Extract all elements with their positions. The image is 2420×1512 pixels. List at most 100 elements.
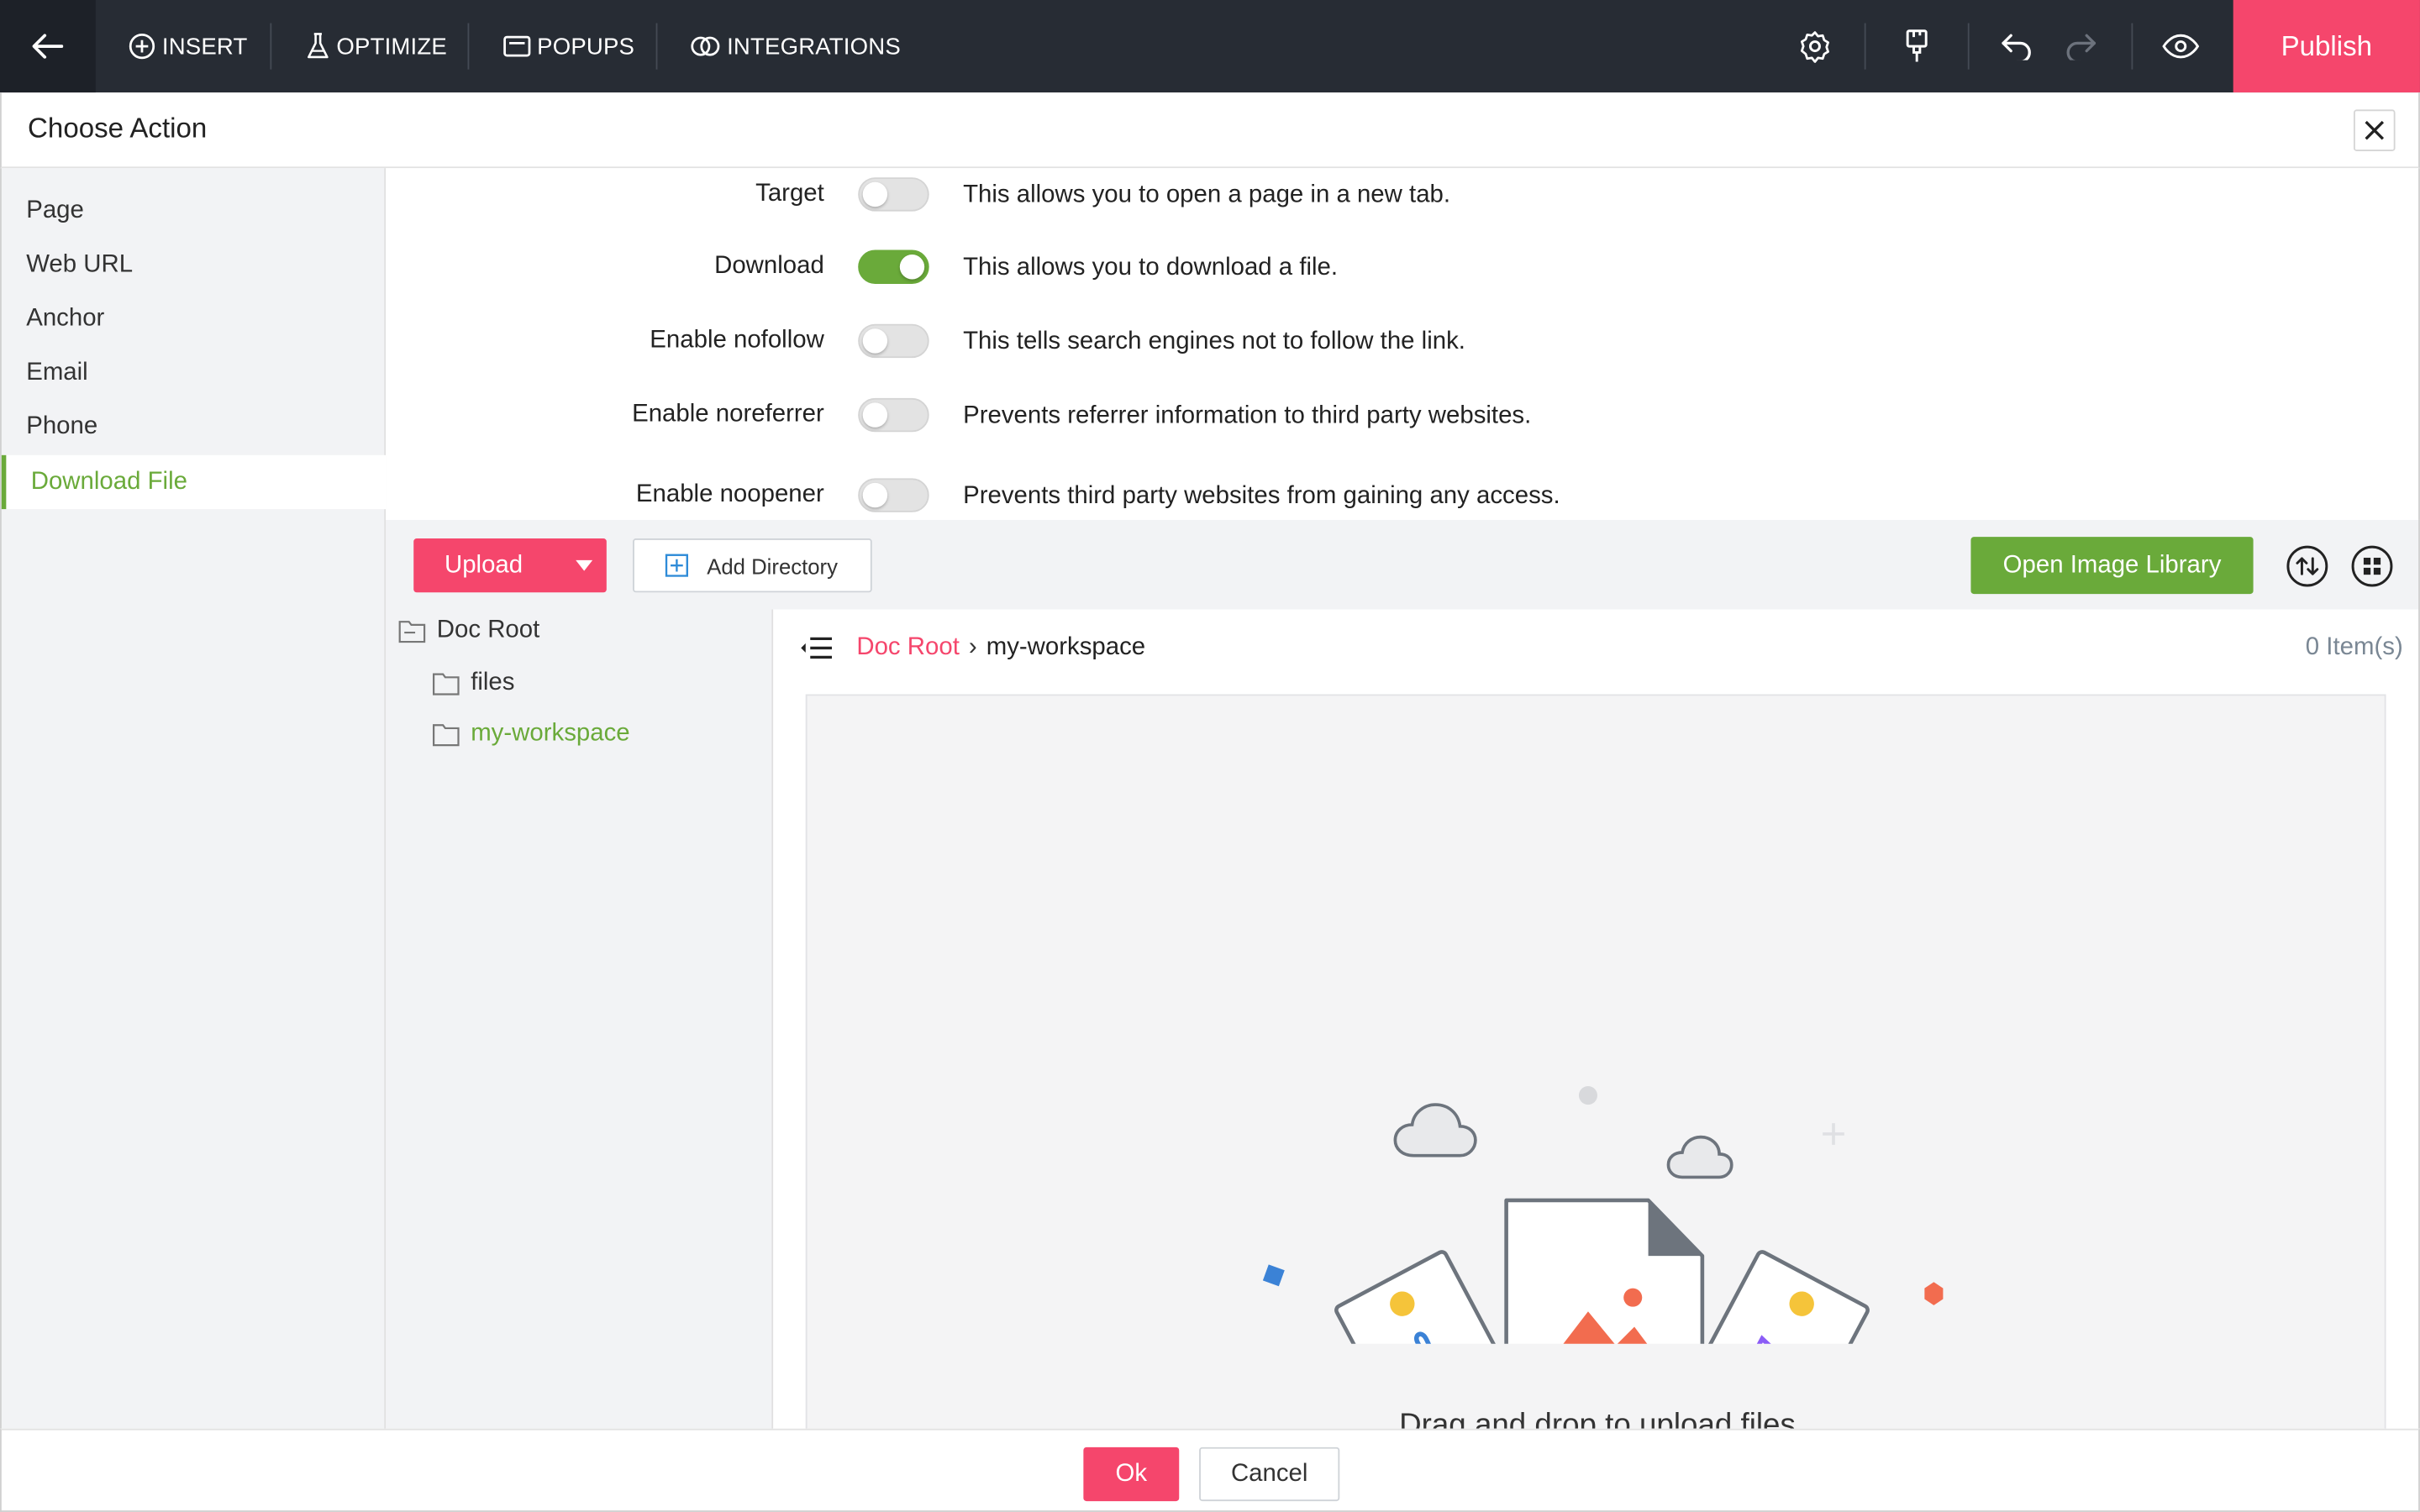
noreferrer-toggle[interactable] bbox=[858, 397, 929, 433]
integrations-label: INTEGRATIONS bbox=[727, 33, 901, 60]
drop-instructions: Drag and drop to upload files bbox=[1399, 1408, 1796, 1429]
target-toggle[interactable] bbox=[858, 177, 929, 212]
folder-icon bbox=[433, 673, 460, 696]
dialog-footer: Ok Cancel bbox=[0, 1428, 2420, 1512]
tree-item-doc-root[interactable]: Doc Root bbox=[398, 617, 539, 645]
action-type-sidebar: Page Web URL Anchor Email Phone Download… bbox=[0, 168, 387, 1429]
dialog-header: Choose Action bbox=[0, 92, 2420, 169]
close-icon bbox=[2365, 120, 2385, 140]
eye-icon bbox=[2162, 34, 2200, 59]
sort-icon[interactable] bbox=[2286, 544, 2328, 587]
upload-drop-zone[interactable]: Drag and drop to upload files bbox=[805, 694, 2386, 1429]
collapse-tree-icon[interactable] bbox=[799, 637, 833, 659]
settings-button[interactable] bbox=[1781, 0, 1849, 92]
option-row-download: Download This allows you to download a f… bbox=[386, 244, 2420, 290]
sidebar-item-phone[interactable]: Phone bbox=[2, 400, 386, 454]
divider bbox=[655, 23, 658, 70]
breadcrumb-root-link[interactable]: Doc Root bbox=[856, 634, 960, 662]
breadcrumb-separator: › bbox=[968, 633, 977, 661]
tree-item-files[interactable]: files bbox=[432, 669, 514, 697]
tree-item-my-workspace[interactable]: my-workspace bbox=[432, 720, 630, 748]
option-row-noreferrer: Enable noreferrer Prevents referrer info… bbox=[386, 392, 2420, 438]
item-count: 0 Item(s) bbox=[2305, 633, 2403, 661]
app-root: INSERT OPTIMIZE POPUPS INTEGRATIONS Publ… bbox=[0, 0, 2420, 1512]
upload-dropdown-toggle[interactable] bbox=[560, 538, 607, 592]
option-label: Enable noopener bbox=[635, 481, 824, 508]
option-description: Prevents referrer information to third p… bbox=[963, 402, 1532, 429]
tree-item-label: files bbox=[471, 669, 515, 696]
caret-down-icon bbox=[575, 559, 592, 571]
option-label: Enable noreferrer bbox=[632, 401, 824, 428]
option-description: This allows you to download a file. bbox=[963, 255, 1339, 281]
ok-button[interactable]: Ok bbox=[1083, 1446, 1180, 1502]
sidebar-item-download-file[interactable]: Download File bbox=[1, 454, 387, 510]
redo-button[interactable] bbox=[2046, 0, 2114, 92]
popup-icon bbox=[503, 35, 531, 57]
cloud-icon bbox=[1666, 1135, 1733, 1179]
divider bbox=[270, 23, 272, 70]
option-description: This allows you to open a page in a new … bbox=[963, 181, 1451, 208]
divider bbox=[2131, 23, 2133, 70]
popups-label: POPUPS bbox=[537, 33, 635, 60]
noopener-toggle[interactable] bbox=[858, 478, 929, 512]
cloud-icon bbox=[1393, 1103, 1477, 1158]
option-label: Enable nofollow bbox=[650, 327, 824, 354]
folder-icon bbox=[433, 724, 460, 747]
upload-label: Upload bbox=[444, 552, 523, 579]
upload-button[interactable]: Upload bbox=[413, 538, 607, 593]
divider bbox=[1864, 23, 1866, 70]
sidebar-item-web-url[interactable]: Web URL bbox=[2, 238, 386, 291]
close-button[interactable] bbox=[2353, 109, 2396, 151]
style-button[interactable] bbox=[1883, 0, 1951, 92]
add-directory-label: Add Directory bbox=[707, 553, 838, 578]
sidebar-item-email[interactable]: Email bbox=[2, 345, 386, 399]
add-directory-button[interactable]: Add Directory bbox=[633, 538, 872, 593]
tree-item-label: my-workspace bbox=[471, 720, 630, 747]
optimize-label: OPTIMIZE bbox=[336, 33, 447, 60]
folder-open-icon bbox=[398, 621, 426, 643]
breadcrumb-row: Doc Root › my-workspace 0 Item(s) bbox=[773, 609, 2418, 686]
option-description: Prevents third party websites from gaini… bbox=[963, 482, 1560, 510]
preview-button[interactable] bbox=[2147, 0, 2215, 92]
sidebar-item-page[interactable]: Page bbox=[2, 184, 386, 238]
plus-circle-icon bbox=[129, 33, 155, 60]
add-folder-icon bbox=[665, 554, 688, 577]
option-row-noopener: Enable noopener Prevents third party web… bbox=[386, 472, 2420, 518]
download-toggle[interactable] bbox=[858, 249, 929, 284]
nofollow-toggle[interactable] bbox=[858, 323, 929, 359]
undo-button[interactable] bbox=[1983, 0, 2051, 92]
gear-icon bbox=[1800, 31, 1829, 63]
open-image-library-button[interactable]: Open Image Library bbox=[1970, 537, 2254, 595]
popups-menu[interactable]: POPUPS bbox=[503, 0, 634, 92]
publish-button[interactable]: Publish bbox=[2233, 0, 2420, 93]
breadcrumb: Doc Root › my-workspace bbox=[856, 634, 1145, 662]
option-label: Download bbox=[714, 253, 824, 280]
sidebar-item-anchor[interactable]: Anchor bbox=[2, 291, 386, 345]
tree-item-label: Doc Root bbox=[436, 617, 540, 643]
dialog-title: Choose Action bbox=[28, 113, 208, 144]
back-button[interactable] bbox=[0, 0, 96, 93]
optimize-menu[interactable]: OPTIMIZE bbox=[306, 0, 447, 92]
divider bbox=[1967, 23, 1970, 70]
folder-tree: Doc Root files my-workspace bbox=[386, 609, 774, 1429]
grid-view-icon[interactable] bbox=[2350, 544, 2393, 587]
insert-label: INSERT bbox=[161, 33, 248, 60]
empty-upload-illustration bbox=[1262, 1086, 1944, 1344]
cancel-button[interactable]: Cancel bbox=[1199, 1446, 1340, 1502]
link-options: Target This allows you to open a page in… bbox=[386, 168, 2420, 520]
file-manager-toolbar: Upload Add Directory Open Image Library bbox=[386, 519, 2420, 610]
option-row-target: Target This allows you to open a page in… bbox=[386, 171, 2420, 218]
insert-menu[interactable]: INSERT bbox=[128, 0, 247, 92]
file-content-pane: Doc Root › my-workspace 0 Item(s) Drag a… bbox=[773, 609, 2420, 1429]
undo-icon bbox=[2002, 34, 2031, 60]
top-toolbar: INSERT OPTIMIZE POPUPS INTEGRATIONS Publ… bbox=[0, 0, 2420, 93]
divider bbox=[467, 23, 470, 70]
integrations-menu[interactable]: INTEGRATIONS bbox=[690, 0, 901, 92]
integrations-icon bbox=[691, 36, 720, 56]
redo-icon bbox=[2066, 34, 2096, 60]
flask-icon bbox=[308, 33, 329, 59]
option-label: Target bbox=[755, 180, 824, 207]
option-description: This tells search engines not to follow … bbox=[963, 328, 1465, 355]
option-row-nofollow: Enable nofollow This tells search engine… bbox=[386, 318, 2420, 364]
breadcrumb-current: my-workspace bbox=[986, 633, 1146, 661]
